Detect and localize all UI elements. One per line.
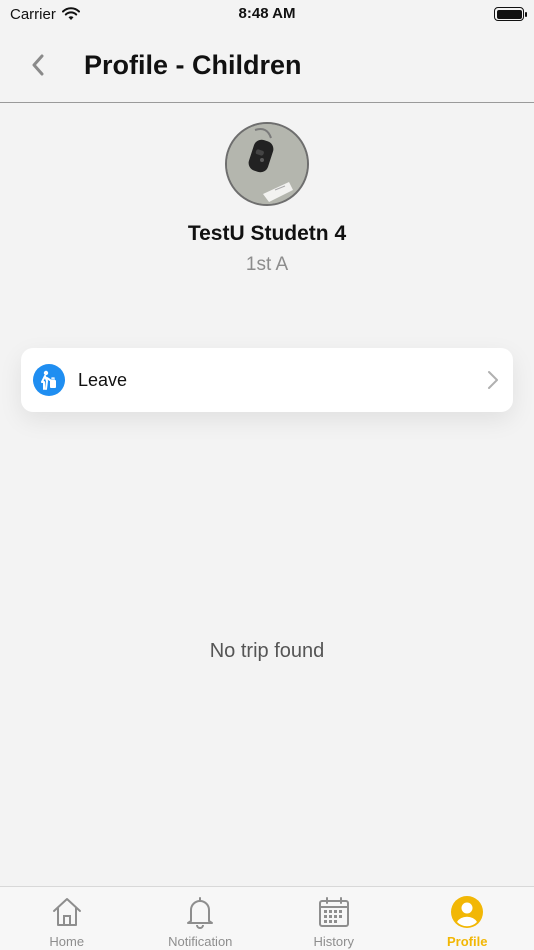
- avatar: [225, 122, 309, 206]
- tab-history[interactable]: History: [267, 887, 401, 950]
- bell-icon: [183, 895, 217, 929]
- home-icon: [50, 895, 84, 929]
- student-class: 1st A: [245, 254, 289, 275]
- tab-label: Notification: [168, 934, 233, 949]
- person-leaving-icon: [33, 364, 65, 396]
- tab-notification[interactable]: Notification: [134, 887, 268, 950]
- avatar-photo: [227, 124, 307, 204]
- tab-bar: Home Notification History Profile: [0, 886, 534, 950]
- status-time: 8:48 AM: [238, 5, 296, 22]
- empty-state-message: No trip found: [209, 640, 325, 662]
- status-bar: Carrier 8:48 AM: [0, 0, 534, 28]
- chevron-left-icon: [32, 54, 44, 76]
- leave-label: Leave: [78, 369, 128, 390]
- tab-label: Profile: [447, 934, 488, 949]
- tab-label: Home: [49, 934, 85, 949]
- chevron-right-icon: [488, 371, 498, 389]
- calendar-icon: [317, 895, 351, 929]
- back-button[interactable]: [18, 45, 58, 85]
- student-name: TestU Studetn 4: [187, 222, 347, 245]
- battery-icon: [494, 7, 527, 21]
- tab-label: History: [313, 934, 354, 949]
- leave-row[interactable]: Leave: [21, 348, 513, 412]
- tab-home[interactable]: Home: [0, 887, 134, 950]
- nav-header: Profile - Children: [0, 28, 534, 103]
- tab-profile[interactable]: Profile: [401, 887, 534, 950]
- profile-icon: [450, 895, 484, 929]
- page-title: Profile - Children: [84, 49, 302, 80]
